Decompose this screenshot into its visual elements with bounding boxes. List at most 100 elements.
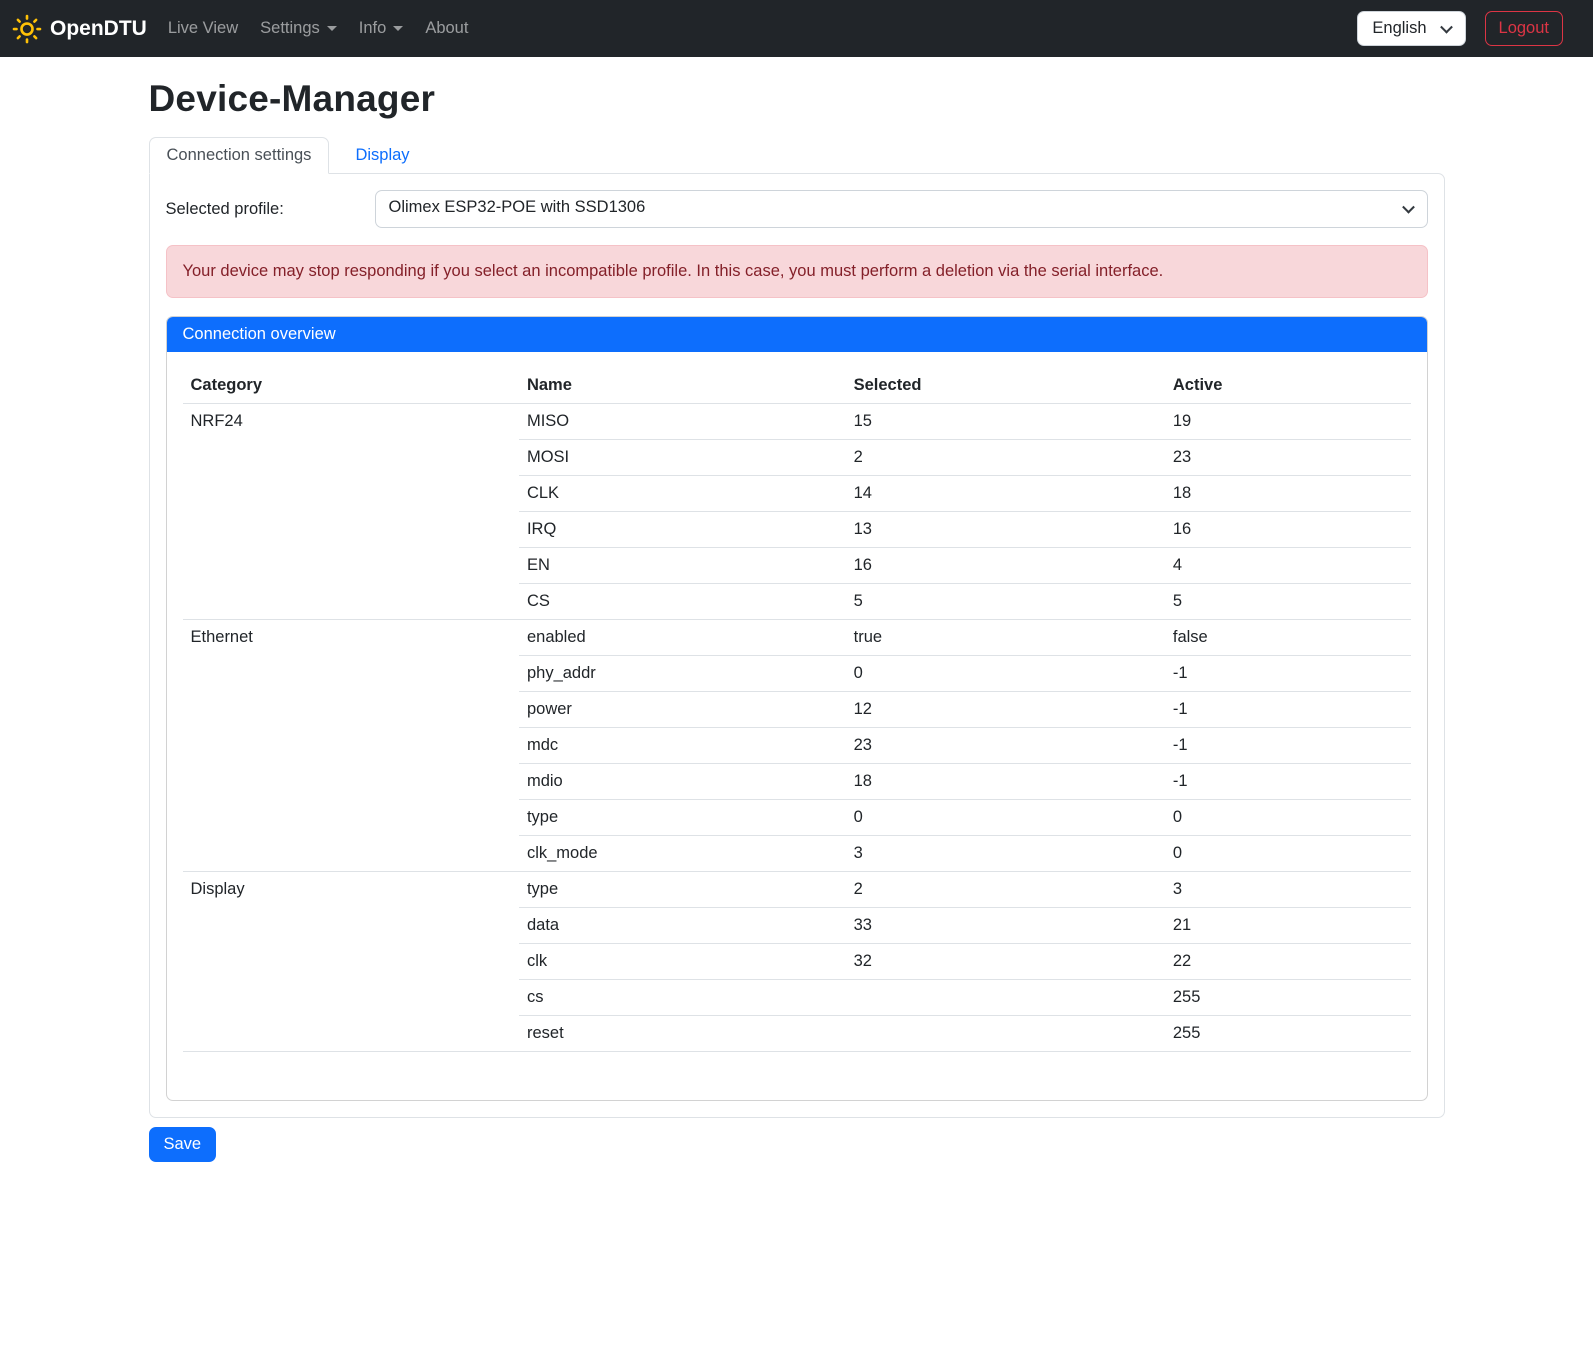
chevron-down-icon	[1440, 20, 1453, 33]
column-header-selected: Selected	[846, 368, 1165, 404]
connection-table-body: NRF24MISO1519MOSI223CLK1418IRQ1316EN164C…	[183, 404, 1411, 1052]
table-row: Ethernetenabledtruefalse	[183, 620, 1411, 656]
selected-cell: 23	[846, 728, 1165, 764]
language-select[interactable]: English	[1357, 11, 1465, 46]
nav-about[interactable]: About	[417, 11, 476, 46]
connection-table-head: Category Name Selected Active	[183, 368, 1411, 404]
logout-button[interactable]: Logout	[1485, 11, 1563, 46]
nav-settings-label: Settings	[260, 19, 320, 38]
active-cell: false	[1165, 620, 1411, 656]
nav-live-view-label: Live View	[168, 19, 238, 38]
selected-cell: 14	[846, 476, 1165, 512]
navbar-right: English Logout	[1357, 11, 1563, 46]
name-cell: reset	[519, 1016, 846, 1052]
navbar: OpenDTU Live View Settings Info About En…	[0, 0, 1593, 57]
sun-logo-icon	[12, 14, 42, 44]
selected-cell: 0	[846, 656, 1165, 692]
chevron-down-icon	[1402, 201, 1415, 214]
connection-overview-card: Connection overview Category Name Select…	[166, 316, 1428, 1101]
active-cell: 4	[1165, 548, 1411, 584]
selected-cell: 16	[846, 548, 1165, 584]
language-selected-value: English	[1372, 19, 1426, 37]
page-container: Device-Manager Connection settings Displ…	[149, 78, 1445, 1162]
category-cell: Display	[183, 872, 519, 1052]
profile-select[interactable]: Olimex ESP32-POE with SSD1306	[375, 190, 1428, 228]
name-cell: IRQ	[519, 512, 846, 548]
column-header-name: Name	[519, 368, 846, 404]
selected-cell: 15	[846, 404, 1165, 440]
table-row: NRF24MISO1519	[183, 404, 1411, 440]
brand-link[interactable]: OpenDTU	[12, 14, 147, 44]
selected-cell: true	[846, 620, 1165, 656]
nav-settings[interactable]: Settings	[252, 11, 345, 46]
selected-cell: 3	[846, 836, 1165, 872]
connection-overview-body: Category Name Selected Active NRF24MISO1…	[167, 352, 1427, 1100]
name-cell: MOSI	[519, 440, 846, 476]
selected-cell: 33	[846, 908, 1165, 944]
tab-bar: Connection settings Display	[149, 137, 1445, 173]
name-cell: phy_addr	[519, 656, 846, 692]
selected-cell: 2	[846, 440, 1165, 476]
tab-content-panel: Selected profile: Olimex ESP32-POE with …	[149, 173, 1445, 1118]
name-cell: type	[519, 872, 846, 908]
selected-cell: 18	[846, 764, 1165, 800]
page-title: Device-Manager	[149, 78, 1445, 120]
connection-table: Category Name Selected Active NRF24MISO1…	[183, 368, 1411, 1052]
name-cell: mdio	[519, 764, 846, 800]
profile-selected-value: Olimex ESP32-POE with SSD1306	[389, 198, 646, 216]
name-cell: enabled	[519, 620, 846, 656]
name-cell: EN	[519, 548, 846, 584]
selected-cell: 13	[846, 512, 1165, 548]
active-cell: 19	[1165, 404, 1411, 440]
connection-overview-header: Connection overview	[167, 317, 1427, 352]
nav-info[interactable]: Info	[351, 11, 412, 46]
caret-down-icon	[327, 26, 337, 31]
name-cell: power	[519, 692, 846, 728]
selected-cell	[846, 1016, 1165, 1052]
navbar-left: OpenDTU Live View Settings Info About	[12, 11, 482, 46]
selected-cell: 5	[846, 584, 1165, 620]
selected-cell: 12	[846, 692, 1165, 728]
active-cell: -1	[1165, 692, 1411, 728]
active-cell: 255	[1165, 980, 1411, 1016]
active-cell: 0	[1165, 800, 1411, 836]
name-cell: CLK	[519, 476, 846, 512]
selected-cell: 0	[846, 800, 1165, 836]
active-cell: 3	[1165, 872, 1411, 908]
name-cell: CS	[519, 584, 846, 620]
header-row: Category Name Selected Active	[183, 368, 1411, 404]
name-cell: data	[519, 908, 846, 944]
caret-down-icon	[393, 26, 403, 31]
category-cell: Ethernet	[183, 620, 519, 872]
name-cell: cs	[519, 980, 846, 1016]
incompatible-profile-alert: Your device may stop responding if you s…	[166, 245, 1428, 298]
nav-info-label: Info	[359, 19, 387, 38]
table-row: Displaytype23	[183, 872, 1411, 908]
active-cell: -1	[1165, 764, 1411, 800]
active-cell: 16	[1165, 512, 1411, 548]
active-cell: 23	[1165, 440, 1411, 476]
active-cell: 21	[1165, 908, 1411, 944]
active-cell: 0	[1165, 836, 1411, 872]
tab-connection-settings[interactable]: Connection settings	[149, 137, 330, 174]
name-cell: clk	[519, 944, 846, 980]
save-button[interactable]: Save	[149, 1127, 217, 1162]
active-cell: -1	[1165, 728, 1411, 764]
active-cell: 22	[1165, 944, 1411, 980]
selected-profile-row: Selected profile: Olimex ESP32-POE with …	[166, 190, 1428, 228]
selected-cell: 32	[846, 944, 1165, 980]
name-cell: clk_mode	[519, 836, 846, 872]
tab-display[interactable]: Display	[338, 138, 426, 173]
selected-profile-label: Selected profile:	[166, 200, 375, 219]
selected-cell: 2	[846, 872, 1165, 908]
main-nav: Live View Settings Info About	[160, 11, 483, 46]
category-cell: NRF24	[183, 404, 519, 620]
column-header-category: Category	[183, 368, 519, 404]
selected-cell	[846, 980, 1165, 1016]
active-cell: 18	[1165, 476, 1411, 512]
name-cell: MISO	[519, 404, 846, 440]
active-cell: 255	[1165, 1016, 1411, 1052]
nav-about-label: About	[425, 19, 468, 38]
brand-title: OpenDTU	[50, 17, 147, 41]
nav-live-view[interactable]: Live View	[160, 11, 246, 46]
